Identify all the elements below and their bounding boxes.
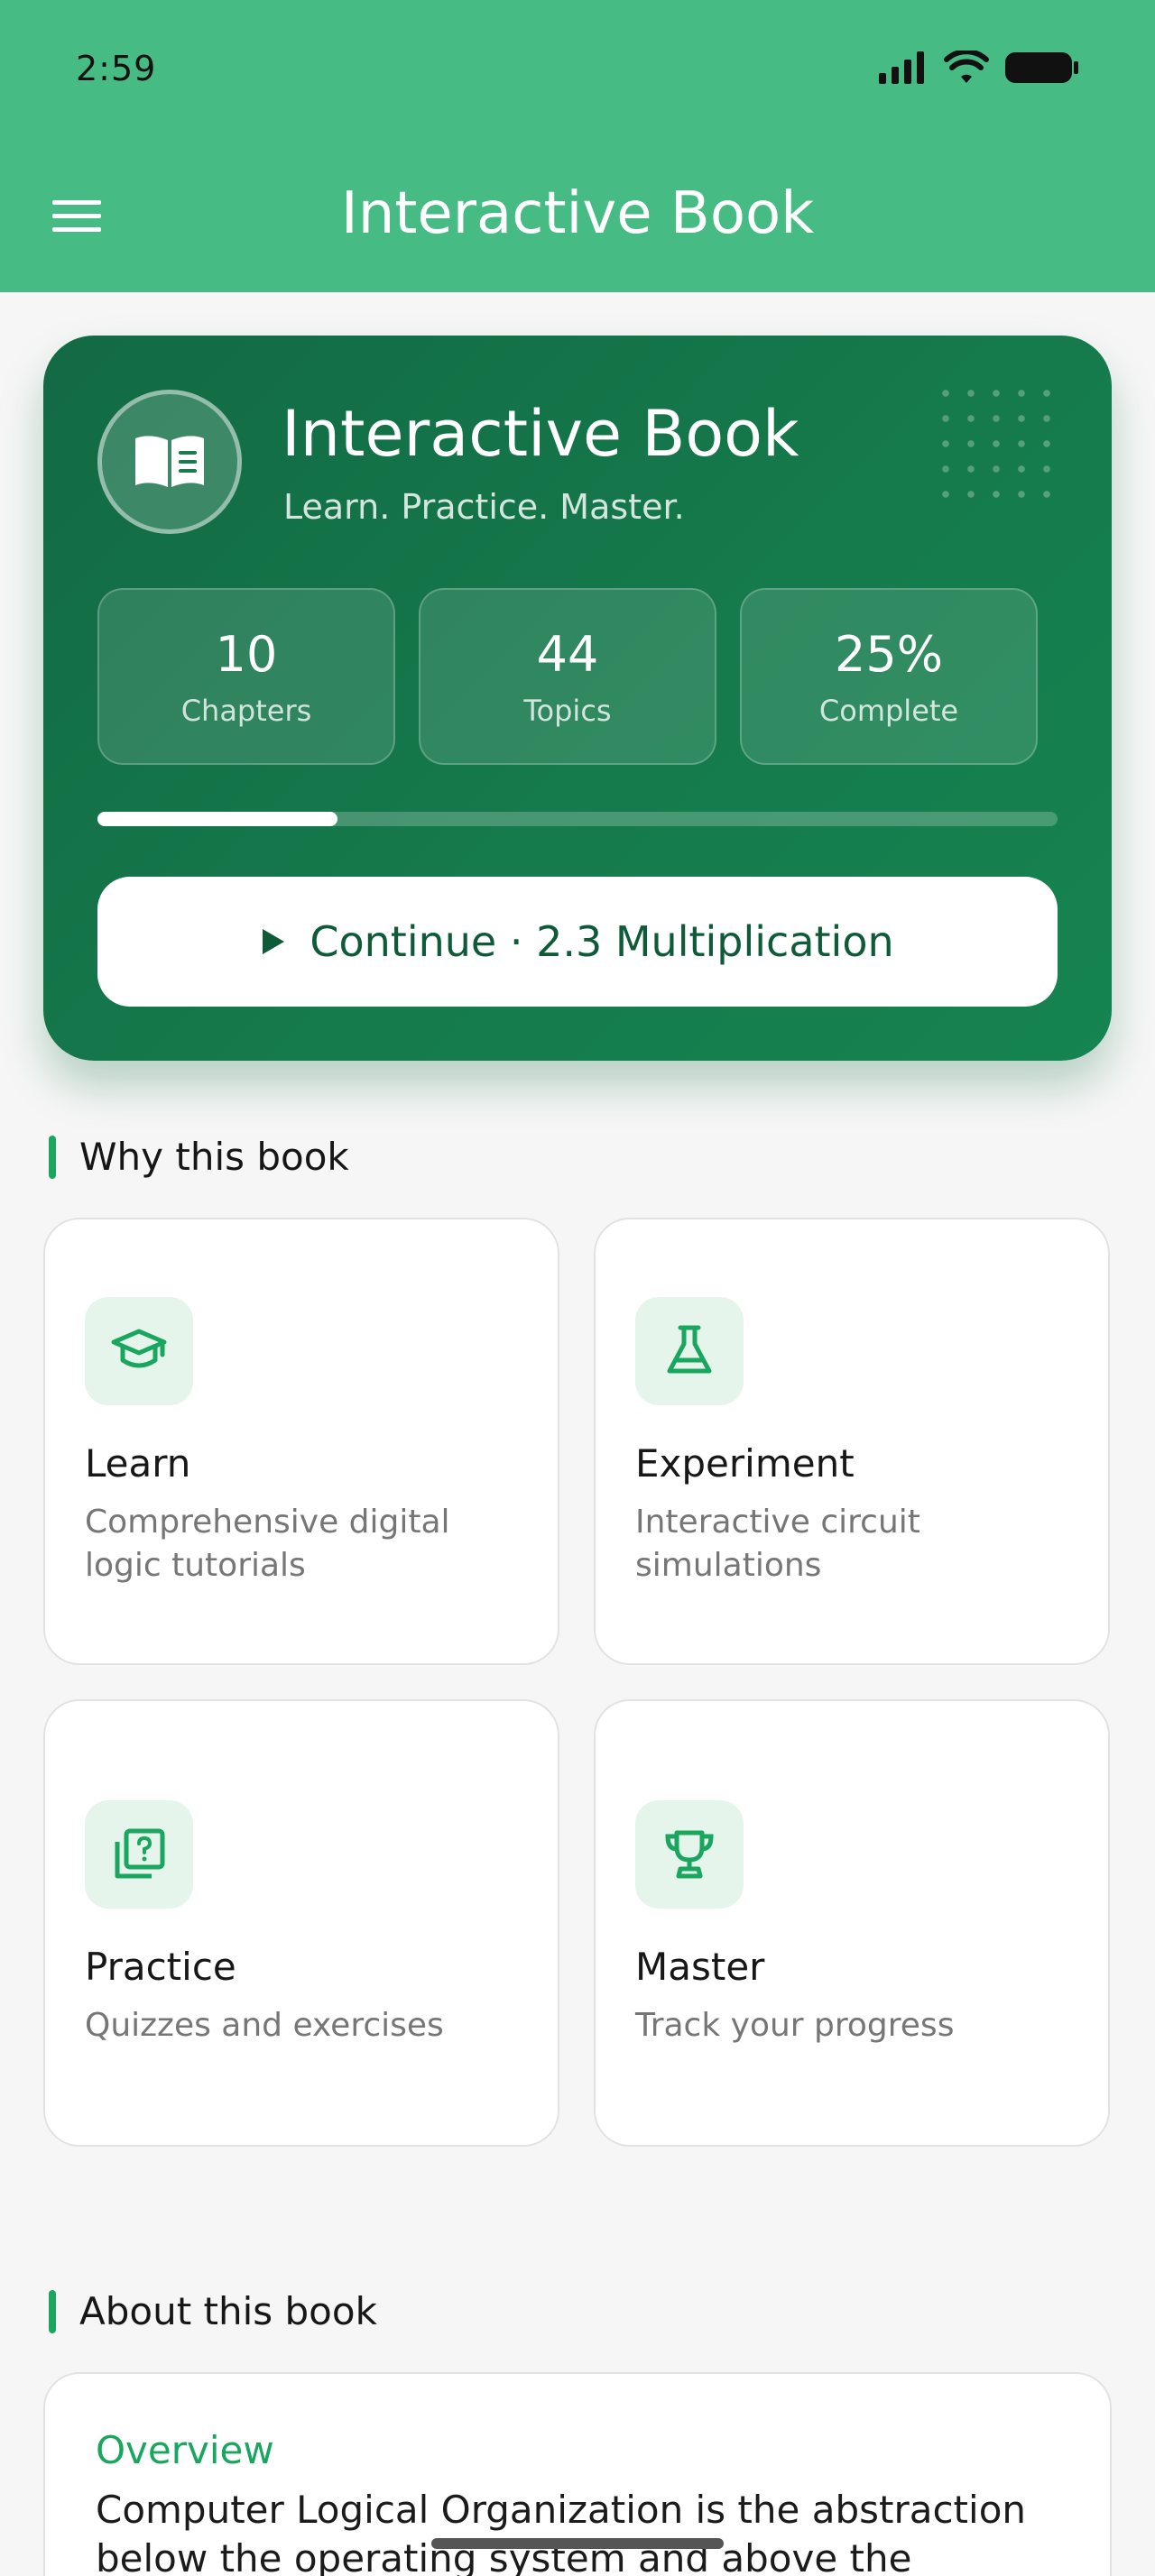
quiz-icon <box>115 1828 165 1879</box>
stat-label: Topics <box>523 693 612 728</box>
stat-topics: 44 Topics <box>419 588 716 765</box>
feature-icon-box <box>635 1297 744 1405</box>
feature-card-master[interactable]: Master Track your progress <box>594 1699 1110 2147</box>
about-section-header: About this book <box>49 2289 377 2333</box>
feature-icon-box <box>85 1800 193 1909</box>
stat-value: 25% <box>834 625 944 683</box>
book-logo <box>97 390 242 534</box>
flask-icon <box>667 1325 712 1374</box>
feature-description: Comprehensive digital logic tutorials <box>85 1504 450 1584</box>
stat-value: 44 <box>536 625 599 683</box>
graduation-cap-icon <box>111 1329 167 1368</box>
why-section-header: Why this book <box>49 1135 349 1179</box>
decorative-dots <box>933 381 1068 498</box>
about-heading: Overview <box>96 2428 274 2472</box>
app-header: 2:59 Interactive Book <box>0 0 1155 292</box>
feature-title: Master <box>635 1945 765 1989</box>
stat-label: Chapters <box>180 693 312 728</box>
feature-icon-box <box>85 1297 193 1405</box>
continue-button[interactable]: Continue · 2.3 Multiplication <box>97 877 1058 1007</box>
progress-bar <box>97 812 1058 826</box>
section-title: Why this book <box>79 1135 349 1179</box>
battery-icon <box>1005 52 1078 83</box>
feature-card-learn[interactable]: Learn Comprehensive digital logic tutori… <box>43 1218 559 1665</box>
stat-value: 10 <box>215 625 278 683</box>
section-title: About this book <box>79 2289 377 2333</box>
stats-row: 10 Chapters 44 Topics 25% Complete <box>97 588 1038 765</box>
feature-card-practice[interactable]: Practice Quizzes and exercises <box>43 1699 559 2147</box>
hero-title: Interactive Book <box>282 397 799 471</box>
feature-title: Experiment <box>635 1441 855 1486</box>
wifi-icon <box>944 51 989 83</box>
stat-label: Complete <box>818 693 959 728</box>
feature-description: Track your progress <box>635 2007 955 2044</box>
play-icon <box>263 929 285 954</box>
signal-icon <box>879 51 924 84</box>
about-text: Computer Logical Organization is the abs… <box>96 2488 1027 2576</box>
continue-label: Continue · 2.3 Multiplication <box>310 917 894 966</box>
feature-description: Interactive circuit simulations <box>635 1504 920 1584</box>
status-time: 2:59 <box>76 49 157 88</box>
hero-subtitle: Learn. Practice. Master. <box>283 487 685 527</box>
feature-card-experiment[interactable]: Experiment Interactive circuit simulatio… <box>594 1218 1110 1665</box>
progress-fill <box>97 812 337 826</box>
section-accent-bar <box>49 1135 56 1179</box>
app-title: Interactive Book <box>340 180 815 247</box>
home-indicator[interactable] <box>431 2538 724 2549</box>
stat-chapters: 10 Chapters <box>97 588 395 765</box>
feature-title: Learn <box>85 1441 191 1486</box>
feature-icon-box <box>635 1800 744 1909</box>
open-book-icon <box>135 436 204 487</box>
hero-card: Interactive Book Learn. Practice. Master… <box>43 336 1112 1061</box>
trophy-icon <box>665 1830 714 1879</box>
status-icons <box>879 51 1079 85</box>
stat-complete: 25% Complete <box>740 588 1038 765</box>
feature-title: Practice <box>85 1945 236 1989</box>
feature-description: Quizzes and exercises <box>85 2007 444 2044</box>
section-accent-bar <box>49 2289 56 2333</box>
